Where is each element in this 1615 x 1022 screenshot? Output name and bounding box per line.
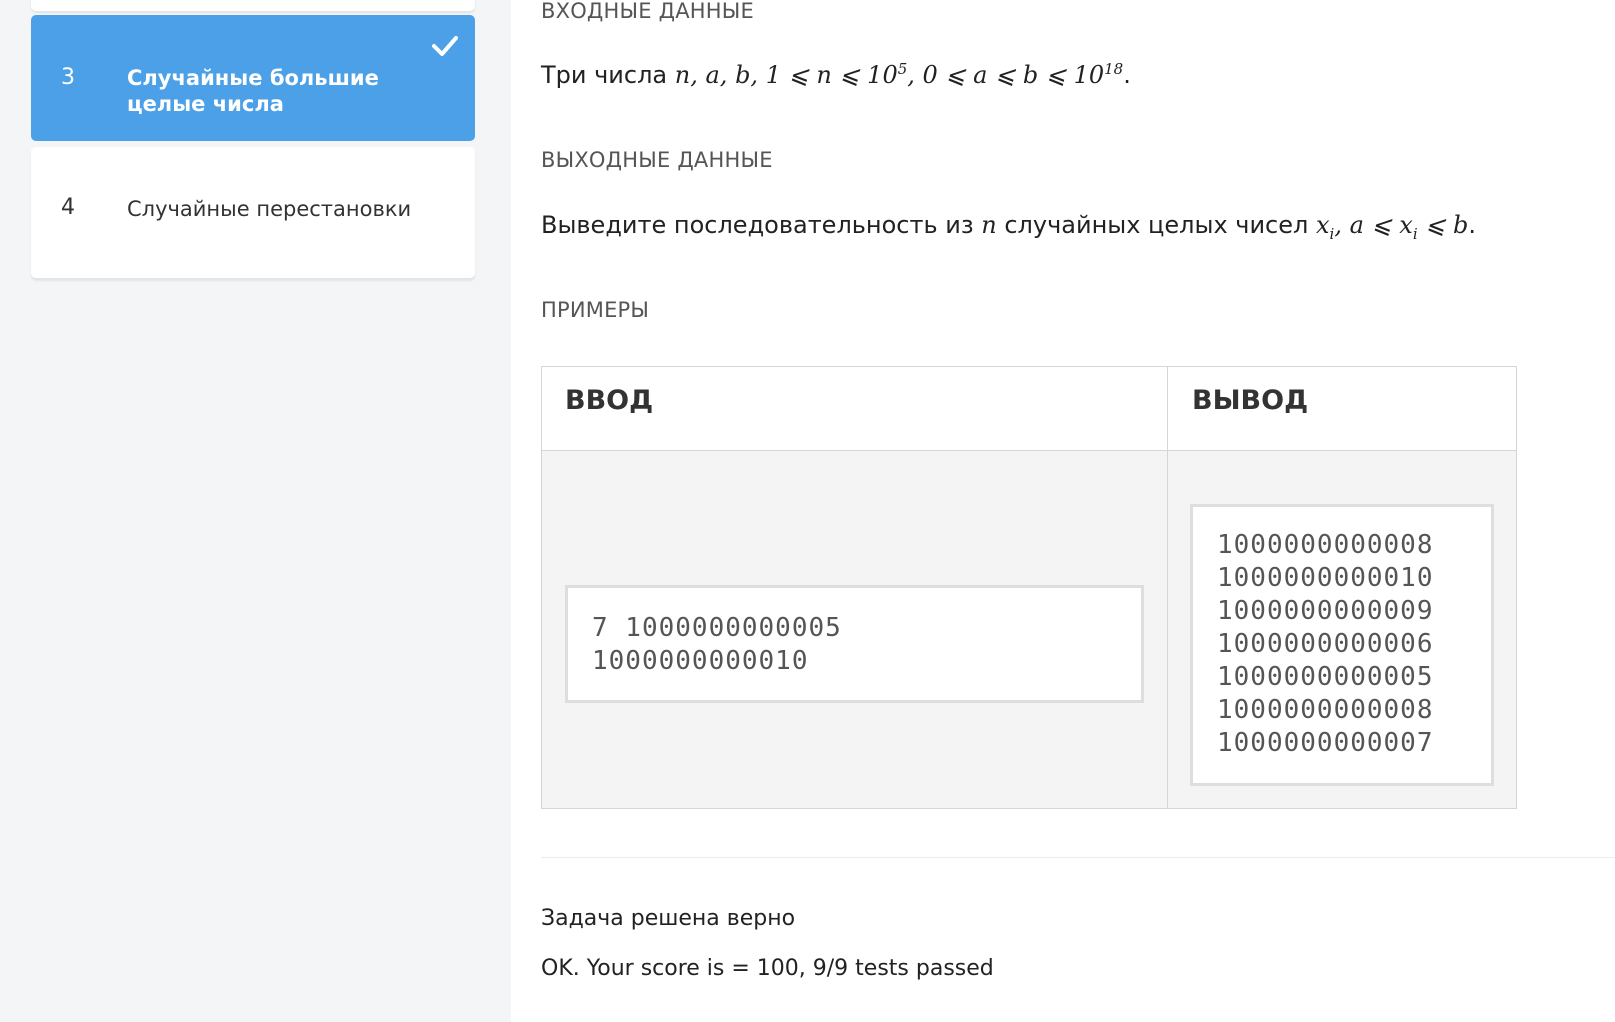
sample-output[interactable]: 1000000000008 1000000000010 100000000000… — [1190, 504, 1494, 786]
output-formula: xi, a ⩽ xi ⩽ b — [1316, 211, 1469, 243]
task-title: Случайные большие целые числа — [127, 66, 379, 116]
score-text: OK. Your score is = 100, 9/9 tests passe… — [541, 956, 994, 981]
output-description: Выведите последовательность из n случайн… — [541, 211, 1477, 243]
output-section-heading: ВЫХОДНЫЕ ДАННЫЕ — [541, 148, 773, 172]
task-sidebar: 3 Случайные большие целые числа 4 Случай… — [0, 0, 511, 1022]
sample-input[interactable]: 7 1000000000005 1000000000010 — [565, 585, 1144, 703]
divider — [541, 857, 1615, 858]
examples-section-heading: ПРИМЕРЫ — [541, 298, 650, 322]
output-column-header: ВЫВОД — [1192, 385, 1309, 416]
sidebar-item-task-3[interactable]: 3 Случайные большие целые числа — [31, 15, 475, 141]
table-header-row: ВВОД ВЫВОД — [542, 367, 1516, 451]
task-title: Случайные перестановки — [127, 197, 412, 221]
examples-table: ВВОД ВЫВОД 7 1000000000005 1000000000010… — [541, 366, 1517, 809]
column-divider — [1167, 367, 1168, 808]
input-formula: n, a, b, 1 ⩽ n ⩽ 105, 0 ⩽ a ⩽ b ⩽ 1018 — [674, 60, 1124, 89]
sidebar-item-task-4[interactable]: 4 Случайные перестановки — [31, 147, 475, 278]
verdict-text: Задача решена верно — [541, 906, 796, 931]
input-description: Три числа n, a, b, 1 ⩽ n ⩽ 105, 0 ⩽ a ⩽ … — [541, 60, 1131, 89]
output-formula-n: n — [981, 211, 997, 239]
task-number: 4 — [61, 195, 75, 220]
input-section-heading: ВХОДНЫЕ ДАННЫЕ — [541, 0, 754, 23]
input-text-prefix: Три числа — [541, 61, 668, 89]
task-number: 3 — [61, 65, 75, 90]
output-text-prefix: Выведите последовательность из — [541, 211, 974, 239]
input-column-header: ВВОД — [565, 385, 654, 416]
output-text-middle: случайных целых чисел — [1004, 211, 1309, 239]
check-icon — [432, 36, 458, 56]
sidebar-item-previous[interactable] — [31, 0, 475, 11]
